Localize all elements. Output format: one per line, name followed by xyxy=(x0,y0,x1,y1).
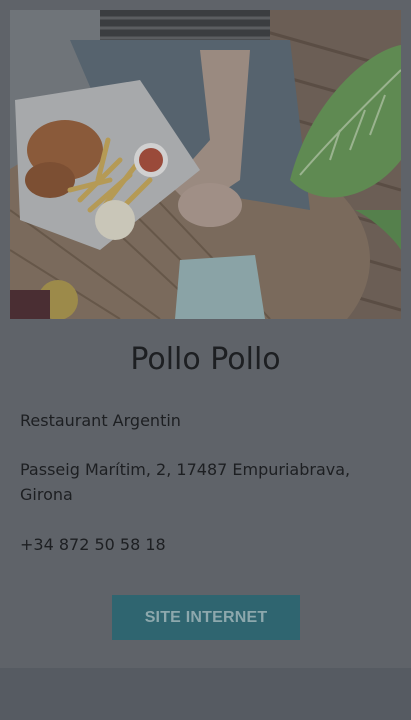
food-photo-illustration xyxy=(10,10,401,319)
website-button[interactable]: SITE INTERNET xyxy=(112,595,300,640)
restaurant-category: Restaurant Argentin xyxy=(20,411,181,430)
restaurant-phone[interactable]: +34 872 50 58 18 xyxy=(20,532,380,557)
restaurant-photo xyxy=(10,10,401,319)
restaurant-address: Passeig Marítim, 2, 17487 Empuriabrava, … xyxy=(20,460,351,504)
restaurant-name: Pollo Pollo xyxy=(130,342,281,377)
restaurant-card: Pollo Pollo Restaurant Argentin Passeig … xyxy=(0,0,411,668)
page-bottom-area xyxy=(0,668,411,720)
